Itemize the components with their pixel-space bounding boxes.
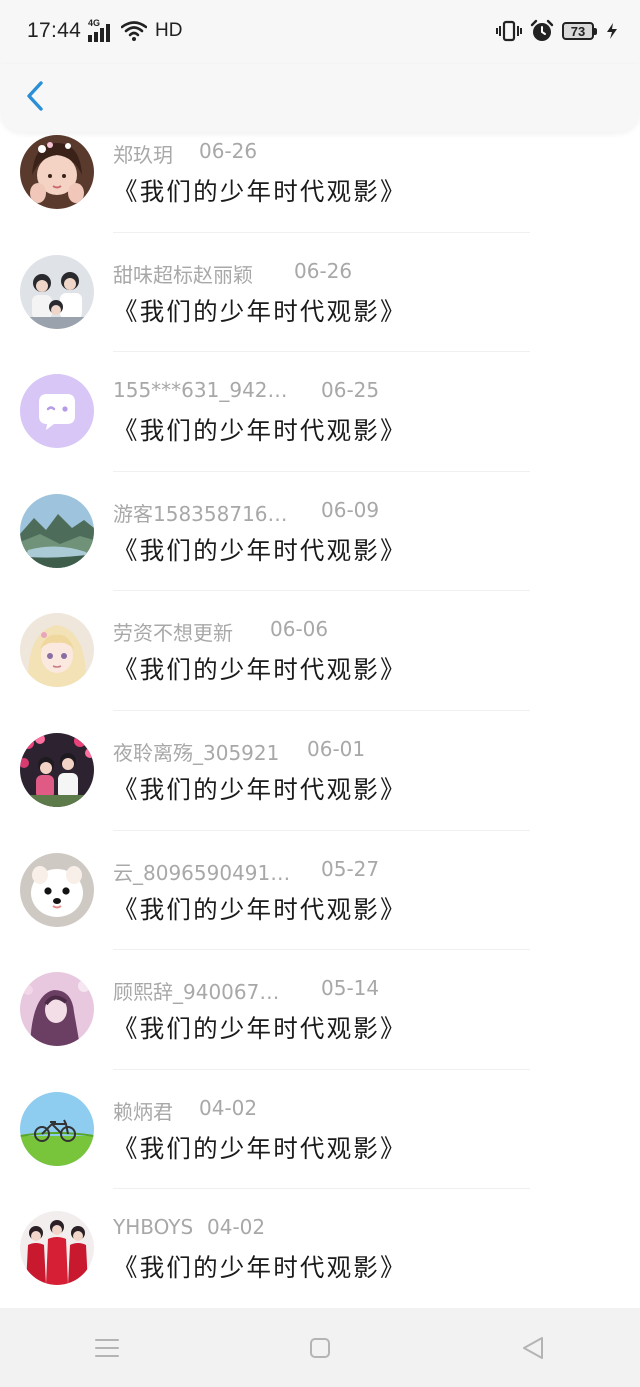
status-bar: 17:44 4G HD 73 xyxy=(0,0,640,64)
back-triangle-icon xyxy=(523,1336,544,1359)
avatar[interactable] xyxy=(20,1211,94,1286)
entry-meta: 顾熙辞_940067… 05-14 xyxy=(113,976,379,1005)
avatar[interactable] xyxy=(20,493,94,568)
entry-meta: 155***631_942… 06-25 xyxy=(113,378,379,402)
menu-button[interactable] xyxy=(77,1318,137,1378)
date-label: 06-25 xyxy=(321,378,380,403)
battery-icon: 73 xyxy=(562,22,597,40)
avatar[interactable] xyxy=(20,374,94,449)
cellular-signal-icon: 4G xyxy=(88,18,115,42)
entry-meta: 赖炳君 04-02 xyxy=(113,1096,257,1125)
home-square-icon xyxy=(309,1337,330,1358)
entry-title: 《我们的少年时代观影》 xyxy=(113,177,407,206)
back-nav-button[interactable] xyxy=(503,1318,563,1378)
home-button[interactable] xyxy=(290,1318,350,1378)
avatar[interactable] xyxy=(20,613,94,688)
list-item[interactable]: 夜聆离殇_305921 06-01 《我们的少年时代观影》 xyxy=(0,711,640,831)
date-label: 06-01 xyxy=(307,736,366,761)
wifi-icon xyxy=(121,21,147,41)
list-item[interactable]: 155***631_942… 06-25 《我们的少年时代观影》 xyxy=(0,352,640,472)
list-item[interactable]: 顾熙辞_940067… 05-14 《我们的少年时代观影》 xyxy=(0,950,640,1070)
list-item[interactable]: 云_8096590491… 05-27 《我们的少年时代观影》 xyxy=(0,831,640,951)
avatar[interactable] xyxy=(20,852,94,927)
entry-title: 《我们的少年时代观影》 xyxy=(113,774,407,804)
list-item[interactable]: 甜味超标赵丽颖 06-26 《我们的少年时代观影》 xyxy=(0,233,640,353)
avatar[interactable] xyxy=(20,135,94,209)
status-time: 17:44 xyxy=(27,19,82,42)
username: 顾熙辞_940067… xyxy=(113,980,280,1005)
username: 游客158358716… xyxy=(113,501,288,526)
username: 郑玖玥 xyxy=(113,143,173,167)
avatar[interactable] xyxy=(20,732,94,807)
hd-label: HD xyxy=(155,20,183,41)
entry-meta: 劳资不想更新 06-06 xyxy=(113,617,328,646)
entry-meta: 夜聆离殇_305921 06-01 xyxy=(113,737,365,766)
list-item[interactable]: 游客158358716… 06-09 《我们的少年时代观影》 xyxy=(0,472,640,592)
battery-level: 73 xyxy=(570,23,586,39)
username: YHBOYS xyxy=(113,1215,194,1240)
date-label: 06-26 xyxy=(294,258,353,283)
chevron-left-icon xyxy=(27,81,43,111)
entry-list: 郑玖玥 06-26 《我们的少年时代观影》 甜味超标赵丽颖 06-26 《我们的… xyxy=(0,113,640,1309)
entry-meta: 郑玖玥 06-26 xyxy=(113,139,257,168)
date-label: 06-26 xyxy=(199,139,258,163)
avatar[interactable] xyxy=(20,1091,94,1166)
date-label: 06-09 xyxy=(321,497,380,522)
alarm-icon xyxy=(530,19,554,41)
username: 赖炳君 xyxy=(113,1099,173,1124)
entry-title: 《我们的少年时代观影》 xyxy=(113,894,407,924)
entry-title: 《我们的少年时代观影》 xyxy=(113,1253,407,1283)
date-label: 04-02 xyxy=(199,1095,258,1120)
list-item[interactable]: YHBOYS 04-02 《我们的少年时代观影》 xyxy=(0,1189,640,1309)
entry-title: 《我们的少年时代观影》 xyxy=(113,1014,407,1044)
list-item[interactable]: 劳资不想更新 06-06 《我们的少年时代观影》 xyxy=(0,591,640,711)
list-item[interactable]: 赖炳君 04-02 《我们的少年时代观影》 xyxy=(0,1070,640,1190)
date-label: 06-06 xyxy=(270,617,329,642)
entry-title: 《我们的少年时代观影》 xyxy=(113,296,407,326)
avatar[interactable] xyxy=(20,254,94,329)
system-nav-bar xyxy=(0,1308,640,1387)
entry-title: 《我们的少年时代观影》 xyxy=(113,1133,407,1163)
vibrate-icon xyxy=(496,20,522,42)
menu-icon xyxy=(94,1338,119,1357)
entry-meta: 游客158358716… 06-09 xyxy=(113,498,379,527)
header xyxy=(0,64,640,132)
date-label: 04-02 xyxy=(207,1215,266,1240)
username: 甜味超标赵丽颖 xyxy=(113,262,253,287)
entry-meta: YHBOYS 04-02 xyxy=(113,1215,265,1239)
entry-title: 《我们的少年时代观影》 xyxy=(113,655,407,685)
date-label: 05-27 xyxy=(321,856,380,881)
entry-title: 《我们的少年时代观影》 xyxy=(113,535,407,565)
entry-meta: 甜味超标赵丽颖 06-26 xyxy=(113,259,352,288)
avatar[interactable] xyxy=(20,972,94,1047)
date-label: 05-14 xyxy=(321,976,380,1001)
back-button[interactable] xyxy=(18,78,52,114)
username: 155***631_942… xyxy=(113,378,288,403)
charging-icon xyxy=(607,23,617,39)
username: 夜聆离殇_305921 xyxy=(113,740,280,765)
entry-title: 《我们的少年时代观影》 xyxy=(113,416,407,446)
username: 云_8096590491… xyxy=(113,860,291,885)
username: 劳资不想更新 xyxy=(113,621,233,646)
entry-meta: 云_8096590491… 05-27 xyxy=(113,857,379,886)
